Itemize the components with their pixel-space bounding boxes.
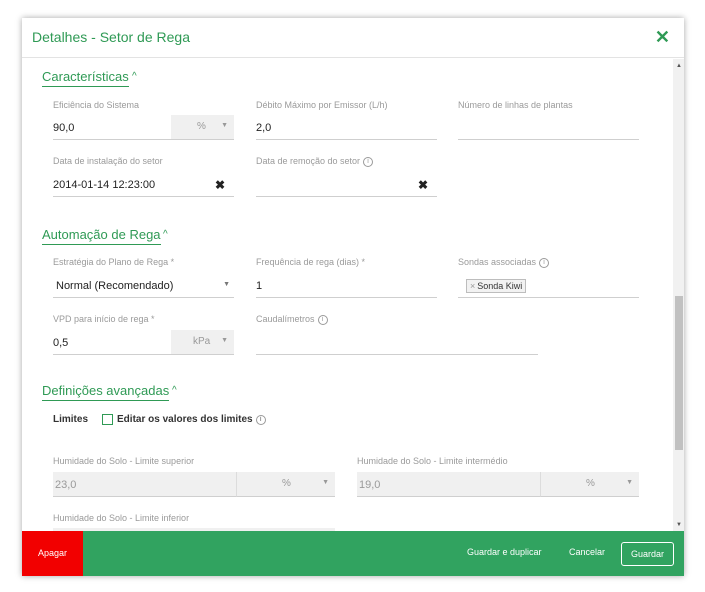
info-icon[interactable]: i xyxy=(539,257,550,268)
chevron-down-icon: ▼ xyxy=(322,479,329,486)
clear-icon[interactable]: ✖ xyxy=(418,178,428,192)
hum-sup-label: Humidade do Solo - Limite superior xyxy=(53,456,195,466)
chevron-down-icon: ▼ xyxy=(221,122,228,129)
frequencia-value: 1 xyxy=(256,280,263,292)
modal-title: Detalhes - Setor de Rega xyxy=(32,29,190,45)
hum-sup-value: 23,0 xyxy=(55,479,77,491)
instalacao-label: Data de instalação do setor xyxy=(53,156,163,166)
linhas-label: Número de linhas de plantas xyxy=(458,100,573,110)
editar-limites-label[interactable]: Editar os valores dos limites xyxy=(117,414,253,425)
eficiencia-value: 90,0 xyxy=(53,122,75,134)
hum-int-value: 19,0 xyxy=(359,479,381,491)
close-icon[interactable]: ✕ xyxy=(655,27,670,48)
sonda-tag-label: Sonda Kiwi xyxy=(477,281,523,291)
modal-body: Características ^ Eficiência do Sistema … xyxy=(22,59,684,531)
chevron-down-icon: ▼ xyxy=(223,281,230,288)
info-icon[interactable]: i xyxy=(255,414,266,425)
chevron-down-icon: ▼ xyxy=(626,479,633,486)
limites-label: Limites xyxy=(53,414,89,426)
debito-label: Débito Máximo por Emissor (L/h) xyxy=(256,100,388,110)
scroll-up-icon[interactable]: ▲ xyxy=(676,63,682,69)
vpd-label: VPD para início de rega * xyxy=(53,314,155,324)
sonda-tag: × Sonda Kiwi xyxy=(466,279,527,293)
instalacao-value: 2014-01-14 12:23:00 xyxy=(53,179,156,191)
cancel-button[interactable]: Cancelar xyxy=(569,547,605,557)
unit-label: kPa xyxy=(193,336,211,347)
scroll-thumb[interactable] xyxy=(675,296,683,450)
frequencia-label: Frequência de rega (dias) * xyxy=(256,257,366,267)
modal-footer: Apagar Guardar e duplicar Cancelar Guard… xyxy=(22,531,684,576)
remocao-label: Data de remoção do setor i xyxy=(256,156,374,167)
caudalimetros-label-text: Caudalímetros xyxy=(256,314,315,324)
estrategia-label: Estratégia do Plano de Rega * xyxy=(53,257,175,267)
caudalimetros-field[interactable] xyxy=(256,330,538,355)
section-title-automacao[interactable]: Automação de Rega xyxy=(42,227,161,245)
section-title-caracteristicas[interactable]: Características xyxy=(42,69,129,87)
sondas-multiselect[interactable]: × Sonda Kiwi xyxy=(458,273,639,298)
modal-header: Detalhes - Setor de Rega ✕ xyxy=(22,18,684,58)
chevron-up-icon[interactable]: ^ xyxy=(172,385,177,396)
unit-label: % xyxy=(282,478,291,489)
instalacao-field[interactable]: 2014-01-14 12:23:00 ✖ xyxy=(53,172,234,197)
save-button[interactable]: Guardar xyxy=(621,542,674,566)
frequencia-field[interactable]: 1 xyxy=(256,273,437,298)
eficiencia-label: Eficiência do Sistema xyxy=(53,100,140,110)
hum-sup-field: 23,0 % ▼ xyxy=(53,472,335,497)
caudalimetros-label: Caudalímetros i xyxy=(256,314,328,325)
save-duplicate-button[interactable]: Guardar e duplicar xyxy=(467,547,542,557)
info-icon[interactable]: i xyxy=(363,156,374,167)
estrategia-select[interactable]: Normal (Recomendado) ▼ xyxy=(53,273,234,298)
vertical-scrollbar[interactable]: ▲ ▼ xyxy=(673,59,684,531)
delete-button[interactable]: Apagar xyxy=(22,531,83,576)
limites-row: Limites Editar os valores dos limites i xyxy=(53,414,266,425)
vpd-value: 0,5 xyxy=(53,337,69,349)
linhas-field[interactable] xyxy=(458,115,639,140)
unit-label: % xyxy=(197,121,206,132)
remocao-label-text: Data de remoção do setor xyxy=(256,156,361,166)
remove-tag-icon[interactable]: × xyxy=(470,281,475,291)
editar-limites-checkbox[interactable] xyxy=(102,414,114,425)
chevron-down-icon: ▼ xyxy=(221,337,228,344)
remocao-field[interactable]: ✖ xyxy=(256,172,437,197)
sondas-label: Sondas associadas i xyxy=(458,257,550,268)
estrategia-value: Normal (Recomendado) xyxy=(56,280,174,292)
hum-sup-unit-select: % ▼ xyxy=(236,472,335,497)
hum-inf-label: Humidade do Solo - Limite inferior xyxy=(53,513,190,523)
eficiencia-field[interactable]: 90,0 % ▼ xyxy=(53,115,234,140)
debito-field[interactable]: 2,0 xyxy=(256,115,437,140)
clear-icon[interactable]: ✖ xyxy=(215,178,225,192)
info-icon[interactable]: i xyxy=(317,314,328,325)
vpd-field[interactable]: 0,5 kPa ▼ xyxy=(53,330,234,355)
vpd-unit-select[interactable]: kPa ▼ xyxy=(171,330,234,355)
modal-dialog: Detalhes - Setor de Rega ✕ Característic… xyxy=(22,18,684,576)
hum-int-unit-select: % ▼ xyxy=(540,472,639,497)
hum-int-label: Humidade do Solo - Limite intermédio xyxy=(357,456,508,466)
chevron-up-icon[interactable]: ^ xyxy=(132,71,137,82)
chevron-up-icon[interactable]: ^ xyxy=(163,229,168,240)
sondas-label-text: Sondas associadas xyxy=(458,257,537,267)
scroll-down-icon[interactable]: ▼ xyxy=(676,522,682,528)
hum-int-field: 19,0 % ▼ xyxy=(357,472,639,497)
section-title-avancadas[interactable]: Definições avançadas xyxy=(42,383,170,401)
unit-label: % xyxy=(586,478,595,489)
eficiencia-unit-select[interactable]: % ▼ xyxy=(171,115,234,140)
debito-value: 2,0 xyxy=(256,122,272,134)
